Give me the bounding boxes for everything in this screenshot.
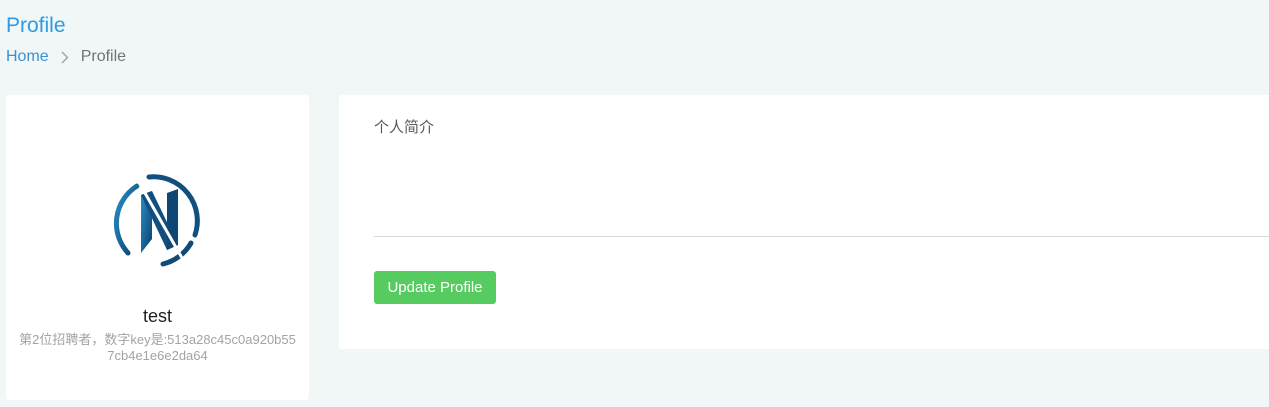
profile-username: test [142, 306, 172, 326]
bio-input[interactable] [374, 141, 1269, 237]
breadcrumb: Home Profile [6, 47, 126, 67]
bio-field-label: 个人简介 [374, 119, 435, 136]
profile-card: test 第2位招聘者，数字key是:513a28c45c0a920b557cb… [6, 95, 309, 400]
breadcrumb-current: Profile [80, 48, 127, 65]
page-title: Profile [6, 14, 66, 37]
breadcrumb-home-link[interactable]: Home [6, 47, 49, 67]
n-circle-logo-icon [107, 169, 209, 271]
profile-edit-card: 个人简介 Update Profile [339, 95, 1269, 349]
profile-bio-text: 第2位招聘者，数字key是:513a28c45c0a920b557cb4e1e6… [19, 332, 296, 363]
update-profile-button[interactable]: Update Profile [374, 271, 496, 304]
chevron-right-icon [55, 47, 77, 67]
